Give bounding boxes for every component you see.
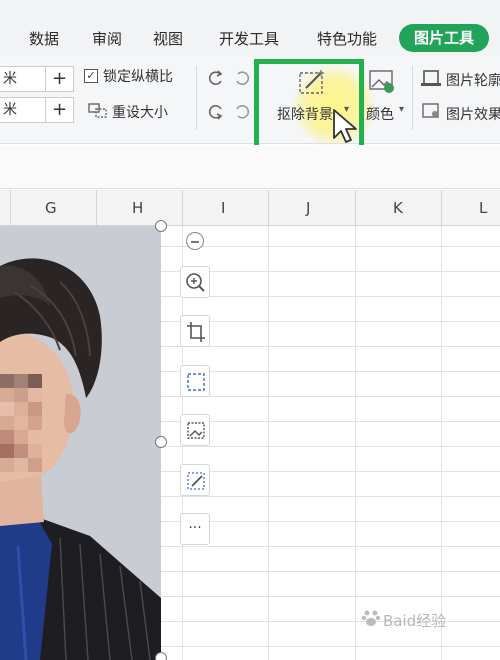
crop-image-button[interactable] (180, 315, 210, 347)
picture-border-button[interactable]: 图片轮廓 (446, 70, 500, 90)
tab-review[interactable]: 审阅 (92, 28, 122, 49)
picture-effects-button[interactable]: 图片效果 (446, 104, 500, 124)
image-edit-icon (187, 422, 205, 439)
lock-aspect-checkbox[interactable]: ✓ (84, 69, 98, 83)
tab-developer[interactable]: 开发工具 (219, 28, 279, 49)
picture-border-icon[interactable] (421, 69, 441, 87)
select-region-button[interactable] (180, 365, 210, 397)
magic-wand-icon (187, 472, 205, 490)
color-button[interactable]: 颜色 (366, 104, 394, 124)
rotate-left-icon[interactable] (206, 68, 226, 88)
column-header-g[interactable]: G (45, 199, 57, 217)
reset-size-button[interactable]: 重设大小 (112, 102, 168, 122)
resize-handle-top-right[interactable] (155, 220, 167, 232)
column-header-j[interactable]: J (306, 199, 310, 217)
mouse-cursor-icon (333, 109, 357, 143)
spreadsheet-window: 数据 审阅 视图 开发工具 特色功能 图片工具 米 + 米 + ✓ 锁定纵横比 … (0, 0, 500, 660)
picture-effects-icon[interactable] (421, 102, 441, 120)
column-header-bar: G H I J K L (0, 190, 500, 226)
marquee-select-icon (187, 373, 205, 391)
formula-bar-area (0, 145, 500, 189)
tab-view[interactable]: 视图 (153, 28, 183, 49)
color-adjust-icon[interactable] (368, 68, 398, 96)
ribbon-separator (196, 66, 197, 130)
lock-aspect-label[interactable]: 锁定纵横比 (103, 66, 173, 86)
baidu-paw-icon (361, 610, 381, 626)
tab-special-features[interactable]: 特色功能 (317, 28, 377, 49)
column-header-k[interactable]: K (393, 199, 403, 217)
rotate-right-icon[interactable] (232, 68, 252, 88)
crop-icon (187, 322, 205, 342)
image-edit-button[interactable] (180, 414, 210, 446)
resize-handle-bottom-right[interactable] (155, 652, 167, 660)
tab-picture-tools[interactable]: 图片工具 (399, 24, 489, 52)
color-dropdown-icon[interactable]: ▾ (399, 104, 404, 115)
width-increase-button[interactable]: + (46, 97, 74, 123)
width-input[interactable]: 米 (0, 97, 46, 123)
height-input[interactable]: 米 (0, 66, 46, 92)
tab-data[interactable]: 数据 (29, 28, 59, 49)
column-header-l[interactable]: L (479, 199, 487, 217)
flip-horizontal-icon[interactable] (232, 102, 252, 122)
more-options-label: ··· (188, 520, 202, 536)
collapse-toolbar-button[interactable] (186, 232, 204, 250)
resize-handle-right[interactable] (155, 436, 167, 448)
column-header-h[interactable]: H (132, 199, 143, 217)
zoom-image-button[interactable] (180, 266, 210, 298)
baidu-watermark: Baid经验 (383, 612, 447, 630)
ribbon-separator (412, 66, 413, 130)
reset-size-icon[interactable] (87, 100, 109, 120)
flip-vertical-icon[interactable] (206, 102, 226, 122)
height-increase-button[interactable]: + (46, 66, 74, 92)
ribbon-tab-bar: 数据 审阅 视图 开发工具 特色功能 图片工具 (0, 0, 500, 56)
more-options-button[interactable]: ··· (180, 513, 210, 545)
inserted-photo[interactable] (0, 226, 161, 660)
zoom-in-icon (186, 273, 205, 292)
column-header-i[interactable]: I (221, 199, 225, 217)
remove-background-quick-button[interactable] (180, 464, 210, 496)
portrait-image (0, 226, 161, 660)
